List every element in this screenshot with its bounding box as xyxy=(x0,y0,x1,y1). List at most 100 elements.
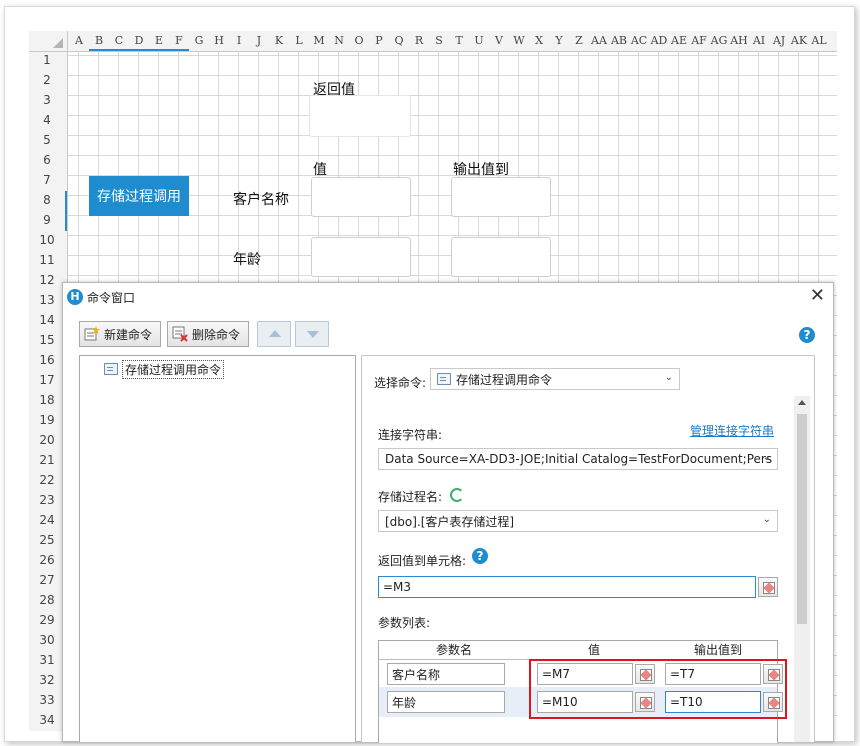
cell-picker-icon[interactable] xyxy=(758,577,778,597)
customer-name-output-cell[interactable] xyxy=(451,177,551,217)
age-output-cell[interactable] xyxy=(451,237,551,277)
row-header[interactable]: 10 xyxy=(29,233,65,247)
column-header[interactable]: AB xyxy=(609,34,629,47)
row-header[interactable]: 24 xyxy=(29,513,65,527)
return-cell-input[interactable]: =M3 xyxy=(378,576,756,598)
row-header[interactable]: 7 xyxy=(29,173,65,187)
row-header[interactable]: 21 xyxy=(29,453,65,467)
refresh-icon[interactable] xyxy=(450,488,464,502)
row-header[interactable]: 26 xyxy=(29,553,65,567)
row-header[interactable]: 30 xyxy=(29,633,65,647)
column-header[interactable]: W xyxy=(509,34,529,47)
column-header[interactable]: AK xyxy=(789,34,809,47)
column-header[interactable]: P xyxy=(369,34,389,47)
row-header[interactable]: 29 xyxy=(29,613,65,627)
row-header[interactable]: 15 xyxy=(29,333,65,347)
new-command-button[interactable]: 新建命令 xyxy=(79,321,161,347)
column-header[interactable]: B xyxy=(89,34,109,47)
return-value-cell[interactable] xyxy=(309,95,411,137)
row-header[interactable]: 33 xyxy=(29,693,65,707)
column-header[interactable]: X xyxy=(529,34,549,47)
connection-string-dropdown[interactable]: Data Source=XA-DD3-JOE;Initial Catalog=T… xyxy=(378,448,778,470)
column-header[interactable]: Q xyxy=(389,34,409,47)
row-header[interactable]: 1 xyxy=(29,53,65,67)
column-header[interactable]: L xyxy=(289,34,309,47)
manage-connection-link[interactable]: 管理连接字符串 xyxy=(690,422,774,439)
column-header[interactable]: G xyxy=(189,34,209,47)
column-header[interactable]: AE xyxy=(669,34,689,47)
row-header[interactable]: 11 xyxy=(29,253,65,267)
column-header[interactable]: U xyxy=(469,34,489,47)
row-header[interactable]: 17 xyxy=(29,373,65,387)
row-header[interactable]: 13 xyxy=(29,293,65,307)
column-header[interactable]: R xyxy=(409,34,429,47)
column-header[interactable]: AH xyxy=(729,34,749,47)
column-header[interactable]: M xyxy=(309,34,329,47)
command-list-pane[interactable]: 存储过程调用命令 xyxy=(79,355,356,742)
row-header[interactable]: 14 xyxy=(29,313,65,327)
row-header[interactable]: 34 xyxy=(29,713,65,727)
column-header[interactable]: AG xyxy=(709,34,729,47)
column-header[interactable]: S xyxy=(429,34,449,47)
command-list-item[interactable]: 存储过程调用命令 xyxy=(104,359,225,379)
column-header[interactable]: H xyxy=(209,34,229,47)
column-header[interactable]: F xyxy=(169,34,189,47)
row-header[interactable]: 16 xyxy=(29,353,65,367)
row-header[interactable]: 8 xyxy=(29,193,65,207)
select-command-dropdown[interactable]: 存储过程调用命令 ⌄ xyxy=(430,368,680,390)
stored-procedure-call-button[interactable]: 存储过程调用 xyxy=(89,176,189,216)
column-header[interactable]: A xyxy=(69,34,89,47)
column-header[interactable]: AC xyxy=(629,34,649,47)
row-header[interactable]: 20 xyxy=(29,433,65,447)
column-header[interactable]: AJ xyxy=(769,34,789,47)
procedure-name-dropdown[interactable]: [dbo].[客户表存储过程] ⌄ xyxy=(378,510,778,532)
row-header[interactable]: 2 xyxy=(29,73,65,87)
column-header[interactable]: C xyxy=(109,34,129,47)
scroll-thumb[interactable] xyxy=(797,414,807,624)
column-header[interactable]: K xyxy=(269,34,289,47)
row-header[interactable]: 27 xyxy=(29,573,65,587)
customer-name-value-cell[interactable] xyxy=(311,177,411,217)
column-header[interactable]: I xyxy=(229,34,249,47)
column-header[interactable]: D xyxy=(129,34,149,47)
row-header[interactable]: 22 xyxy=(29,473,65,487)
row-header[interactable]: 9 xyxy=(29,213,65,227)
column-header[interactable]: N xyxy=(329,34,349,47)
dialog-title-bar[interactable]: H 命令窗口 ✕ xyxy=(63,283,833,311)
move-up-button[interactable] xyxy=(257,321,291,347)
row-header[interactable]: 3 xyxy=(29,93,65,107)
row-header[interactable]: 28 xyxy=(29,593,65,607)
row-header[interactable]: 31 xyxy=(29,653,65,667)
row-header[interactable]: 5 xyxy=(29,133,65,147)
row-header[interactable]: 32 xyxy=(29,673,65,687)
delete-command-button[interactable]: 删除命令 xyxy=(167,321,249,347)
column-header[interactable]: AI xyxy=(749,34,769,47)
column-header[interactable]: Y xyxy=(549,34,569,47)
column-header[interactable]: J xyxy=(249,34,269,47)
column-header[interactable]: Z xyxy=(569,34,589,47)
param-name-cell[interactable]: 年龄 xyxy=(387,691,505,713)
param-name-cell[interactable]: 客户名称 xyxy=(387,663,505,685)
row-header[interactable]: 18 xyxy=(29,393,65,407)
column-header[interactable]: T xyxy=(449,34,469,47)
move-down-button[interactable] xyxy=(295,321,329,347)
column-header[interactable]: AD xyxy=(649,34,669,47)
help-icon[interactable]: ? xyxy=(799,327,815,343)
row-header[interactable]: 6 xyxy=(29,153,65,167)
close-icon[interactable]: ✕ xyxy=(810,286,825,306)
column-header[interactable]: E xyxy=(149,34,169,47)
vertical-scrollbar[interactable] xyxy=(794,396,810,742)
row-header[interactable]: 23 xyxy=(29,493,65,507)
column-header[interactable]: V xyxy=(489,34,509,47)
row-header[interactable]: 4 xyxy=(29,113,65,127)
column-header[interactable]: AL xyxy=(809,34,829,47)
select-all-corner[interactable] xyxy=(29,31,68,52)
scroll-up-icon[interactable] xyxy=(798,400,806,405)
row-header[interactable]: 25 xyxy=(29,533,65,547)
column-header[interactable]: AF xyxy=(689,34,709,47)
row-header[interactable]: 12 xyxy=(29,273,65,287)
column-header[interactable]: AA xyxy=(589,34,609,47)
row-header[interactable]: 19 xyxy=(29,413,65,427)
age-value-cell[interactable] xyxy=(311,237,411,277)
column-header[interactable]: O xyxy=(349,34,369,47)
